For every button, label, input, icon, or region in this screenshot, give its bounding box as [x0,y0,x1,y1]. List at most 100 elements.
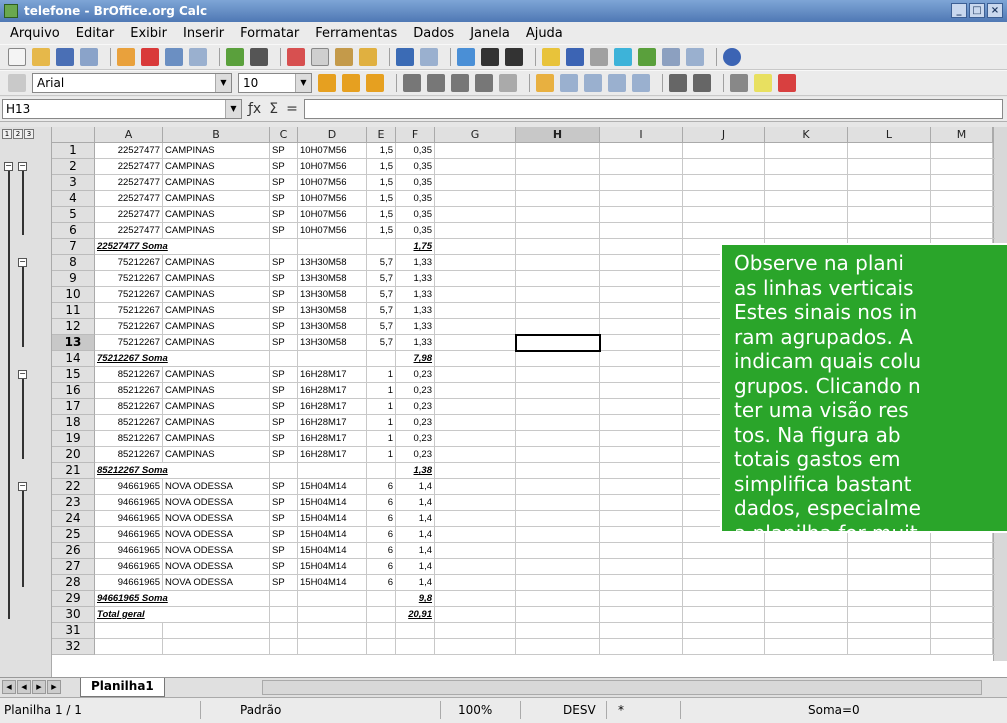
zoom-icon[interactable] [686,48,704,66]
currency-format-icon[interactable] [536,74,554,92]
column-header-m[interactable]: M [931,127,993,143]
menu-inserir[interactable]: Inserir [183,26,224,41]
cell-c31[interactable] [270,623,298,639]
cell-e16[interactable]: 1 [367,383,396,399]
menu-exibir[interactable]: Exibir [130,26,167,41]
cell-e3[interactable]: 1,5 [367,175,396,191]
row-header-4[interactable]: 4 [52,191,95,207]
cell-d17[interactable]: 16H28M17 [298,399,367,415]
italic-icon[interactable] [342,74,360,92]
row-header-26[interactable]: 26 [52,543,95,559]
cell-d6[interactable]: 10H07M56 [298,223,367,239]
cell-a19[interactable]: 85212267 [95,431,163,447]
cell-f23[interactable]: 1,4 [396,495,435,511]
cell-a16[interactable]: 85212267 [95,383,163,399]
row-header-15[interactable]: 15 [52,367,95,383]
cell-b4[interactable]: CAMPINAS [163,191,270,207]
close-button[interactable]: × [987,3,1003,18]
cell-f12[interactable]: 1,33 [396,319,435,335]
cell-b8[interactable]: CAMPINAS [163,255,270,271]
column-header-e[interactable]: E [367,127,396,143]
cell-e6[interactable]: 1,5 [367,223,396,239]
cell-b11[interactable]: CAMPINAS [163,303,270,319]
collapse-group-4-button[interactable]: − [18,482,27,491]
format-paintbrush-icon[interactable] [359,48,377,66]
cell-f5[interactable]: 0,35 [396,207,435,223]
chevron-down-icon[interactable]: ▼ [215,74,231,92]
cell-d8[interactable]: 13H30M58 [298,255,367,271]
column-header-h[interactable]: H [516,127,600,143]
cell-e10[interactable]: 5,7 [367,287,396,303]
cell-a28[interactable]: 94661965 [95,575,163,591]
chevron-down-icon[interactable]: ▼ [295,74,311,92]
cell-b22[interactable]: NOVA ODESSA [163,479,270,495]
cell-a6[interactable]: 22527477 [95,223,163,239]
decrease-indent-icon[interactable] [669,74,687,92]
row-header-9[interactable]: 9 [52,271,95,287]
cell-e26[interactable]: 6 [367,543,396,559]
row-header-24[interactable]: 24 [52,511,95,527]
cell-d30[interactable] [298,607,367,623]
cell-b7[interactable] [163,239,270,255]
cell-e11[interactable]: 5,7 [367,303,396,319]
cell-f10[interactable]: 1,33 [396,287,435,303]
cell-d2[interactable]: 10H07M56 [298,159,367,175]
cell-d28[interactable]: 15H04M14 [298,575,367,591]
cell-e29[interactable] [367,591,396,607]
cell-d7[interactable] [298,239,367,255]
column-header-a[interactable]: A [95,127,163,143]
underline-icon[interactable] [366,74,384,92]
row-header-6[interactable]: 6 [52,223,95,239]
cell-a18[interactable]: 85212267 [95,415,163,431]
row-header-25[interactable]: 25 [52,527,95,543]
status-zoom[interactable]: 100% [458,703,492,717]
last-sheet-icon[interactable]: ▶ [47,680,61,694]
print-icon[interactable] [165,48,183,66]
cell-e25[interactable]: 6 [367,527,396,543]
cell-b26[interactable]: NOVA ODESSA [163,543,270,559]
save-icon[interactable] [56,48,74,66]
cell-f31[interactable] [396,623,435,639]
cell-d31[interactable] [298,623,367,639]
cell-e14[interactable] [367,351,396,367]
cell-a27[interactable]: 94661965 [95,559,163,575]
undo-icon[interactable] [396,48,414,66]
cell-e13[interactable]: 5,7 [367,335,396,351]
cell-e18[interactable]: 1 [367,415,396,431]
cell-b27[interactable]: NOVA ODESSA [163,559,270,575]
column-header-b[interactable]: B [163,127,270,143]
cell-d12[interactable]: 13H30M58 [298,319,367,335]
cell-b12[interactable]: CAMPINAS [163,319,270,335]
first-sheet-icon[interactable]: ◀ [2,680,16,694]
cell-d13[interactable]: 13H30M58 [298,335,367,351]
cell-c4[interactable]: SP [270,191,298,207]
cell-d14[interactable] [298,351,367,367]
cell-a32[interactable] [95,639,163,655]
standard-format-icon[interactable] [584,74,602,92]
cell-c21[interactable] [270,463,298,479]
cell-d22[interactable]: 15H04M14 [298,479,367,495]
row-header-27[interactable]: 27 [52,559,95,575]
cell-e4[interactable]: 1,5 [367,191,396,207]
new-document-icon[interactable] [8,48,26,66]
row-header-23[interactable]: 23 [52,495,95,511]
row-header-32[interactable]: 32 [52,639,95,655]
row-header-16[interactable]: 16 [52,383,95,399]
cell-a17[interactable]: 85212267 [95,399,163,415]
cell-c1[interactable]: SP [270,143,298,159]
bold-icon[interactable] [318,74,336,92]
cell-f3[interactable]: 0,35 [396,175,435,191]
cell-b14[interactable] [163,351,270,367]
select-all-corner[interactable] [52,127,95,143]
cell-e9[interactable]: 5,7 [367,271,396,287]
cell-f9[interactable]: 1,33 [396,271,435,287]
cell-f21[interactable]: 1,38 [396,463,435,479]
cell-d18[interactable]: 16H28M17 [298,415,367,431]
borders-icon[interactable] [730,74,748,92]
cell-c10[interactable]: SP [270,287,298,303]
email-icon[interactable] [80,48,98,66]
cell-b10[interactable]: CAMPINAS [163,287,270,303]
menu-editar[interactable]: Editar [76,26,115,41]
cell-a22[interactable]: 94661965 [95,479,163,495]
cell-d27[interactable]: 15H04M14 [298,559,367,575]
